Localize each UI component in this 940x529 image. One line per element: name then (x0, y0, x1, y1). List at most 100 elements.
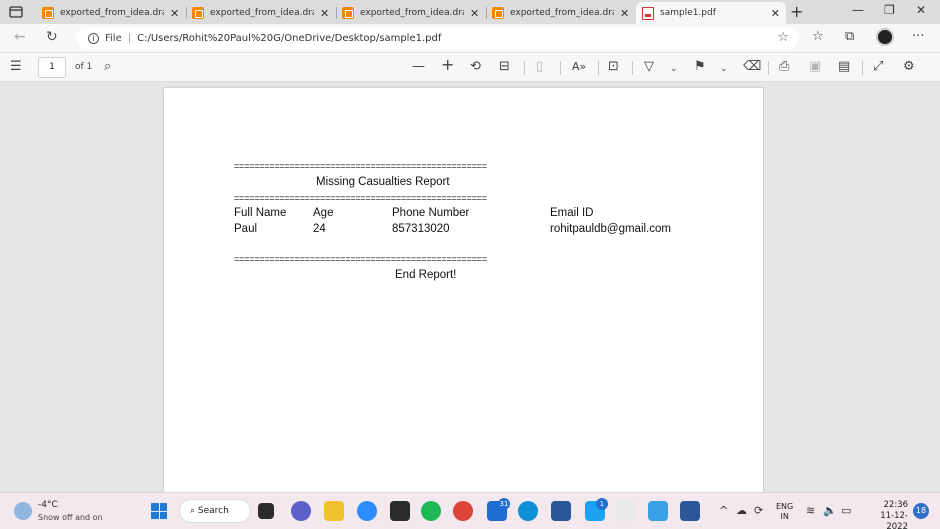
notification-count-badge[interactable]: 18 (913, 503, 929, 519)
zoom-out-icon[interactable]: — (412, 60, 425, 74)
system-clock[interactable]: 22:36 11-12-2022 (862, 500, 908, 529)
language-indicator[interactable]: ENG IN (776, 502, 793, 522)
column-header-age: Age (313, 207, 334, 219)
clock-time: 22:36 (883, 500, 909, 510)
teams-chat-icon[interactable] (291, 501, 311, 521)
profile-avatar[interactable] (876, 28, 894, 46)
chevron-up-icon[interactable]: ^ (719, 504, 728, 517)
rule-header: ========================================… (234, 193, 487, 203)
column-header-email: Email ID (550, 207, 594, 219)
save-icon[interactable]: ▣ (809, 60, 821, 74)
close-icon[interactable]: ✕ (470, 7, 479, 20)
back-arrow-icon[interactable]: ← (14, 29, 26, 45)
task-view-icon[interactable] (258, 503, 274, 519)
window-menu-icon[interactable] (8, 4, 24, 20)
weather-description[interactable]: Snow off and on (38, 513, 103, 522)
info-icon[interactable]: i (88, 32, 99, 44)
lang-primary: ENG (776, 502, 794, 511)
close-icon[interactable]: ✕ (170, 7, 179, 20)
word-icon[interactable] (680, 501, 700, 521)
edge-icon[interactable] (518, 501, 538, 521)
cell-full-name: Paul (234, 223, 258, 235)
taskbar: -4°C Snow off and on ⌕ Search 31 1 ^ ☁ ⟳… (0, 492, 940, 529)
cell-email: rohitpauldb@gmail.com (550, 223, 671, 235)
chrome-icon[interactable] (453, 501, 473, 521)
cell-age: 24 (313, 223, 326, 235)
print-icon[interactable]: ⎙ (779, 60, 789, 74)
fullscreen-icon[interactable]: ⤢ (873, 60, 883, 74)
erase-icon[interactable]: ⌫ (743, 60, 761, 74)
search-icon: ⌕ (190, 506, 198, 516)
report-footer: End Report! (395, 269, 457, 281)
pdf-viewer[interactable]: ========================================… (0, 82, 940, 508)
tab-drawio-4[interactable]: exported_from_idea.drawio ✕ (486, 2, 635, 24)
zoom-in-icon[interactable]: + (441, 57, 454, 73)
address-field[interactable]: i File | C:/Users/Rohit%20Paul%20G/OneDr… (76, 27, 799, 49)
table-of-contents-icon[interactable]: ☰ (10, 60, 22, 74)
tab-title: exported_from_idea.drawio (510, 8, 614, 18)
mail-badge: 31 (498, 498, 510, 510)
text-box-icon[interactable]: ⊡ (608, 60, 619, 74)
tab-title: sample1.pdf (660, 8, 716, 18)
pdf-toolbar: ☰ 1 of 1 ⌕ — + ⟲ ⊟ ▯ A» ⊡ ▽ ⌄ ⚑ ⌄ ⌫ ⎙ ▣ … (0, 52, 940, 82)
onedrive-cloud-icon[interactable]: ☁ (736, 504, 747, 517)
sticky-notes-icon[interactable] (390, 501, 410, 521)
tab-sample1-pdf[interactable]: sample1.pdf ✕ (636, 2, 786, 24)
new-tab-icon[interactable]: + (790, 2, 803, 21)
collections-icon[interactable]: ⧉ (845, 29, 854, 44)
add-favorite-icon[interactable]: ☆ (777, 30, 789, 45)
start-button[interactable] (151, 503, 167, 519)
divider (524, 61, 525, 75)
close-icon[interactable]: ✕ (771, 7, 780, 20)
highlight-icon[interactable]: ⚑ (694, 60, 706, 74)
chevron-down-icon[interactable]: ⌄ (670, 62, 678, 76)
volume-muted-icon[interactable]: 🔈 (823, 504, 837, 517)
settings-gear-icon[interactable]: ⚙ (903, 60, 915, 74)
close-window-icon[interactable]: ✕ (916, 3, 926, 17)
refresh-icon[interactable]: ↻ (46, 29, 58, 45)
favorites-icon[interactable]: ☆ (812, 29, 824, 44)
find-search-icon[interactable]: ⌕ (104, 60, 111, 74)
tab-strip: exported_from_idea.drawio ✕ exported_fro… (0, 0, 940, 24)
tab-drawio-1[interactable]: exported_from_idea.drawio ✕ (36, 2, 185, 24)
draw-icon[interactable]: ▽ (644, 60, 654, 74)
slack-icon[interactable] (616, 501, 636, 521)
read-aloud-icon[interactable]: A» (572, 60, 586, 74)
page-count-label: of 1 (75, 62, 93, 72)
chevron-down-icon[interactable]: ⌄ (720, 62, 728, 76)
battery-icon[interactable]: ▭ (841, 504, 851, 517)
zoom-app-icon[interactable] (357, 501, 377, 521)
close-icon[interactable]: ✕ (620, 7, 629, 20)
divider (560, 61, 561, 75)
wifi-icon[interactable]: ≋ (806, 504, 815, 517)
drawio-icon (492, 7, 504, 19)
pdf-file-icon (642, 6, 654, 20)
taskbar-search[interactable]: ⌕ Search (179, 499, 251, 523)
page-view-icon[interactable]: ▯ (536, 60, 543, 74)
tab-drawio-3[interactable]: exported_from_idea.drawio ✕ (336, 2, 485, 24)
address-bar-row: ← ↻ i File | C:/Users/Rohit%20Paul%20G/O… (0, 24, 940, 52)
notepad-icon[interactable] (648, 501, 668, 521)
divider (862, 61, 863, 75)
page-number-input[interactable]: 1 (38, 57, 66, 78)
sync-icon[interactable]: ⟳ (754, 504, 763, 517)
weather-snow-icon[interactable] (14, 502, 32, 520)
lang-secondary: IN (780, 512, 789, 521)
rule-top: ========================================… (234, 161, 487, 171)
tab-title: exported_from_idea.drawio (60, 8, 164, 18)
minimize-icon[interactable]: — (852, 3, 864, 17)
file-explorer-icon[interactable] (324, 501, 344, 521)
close-icon[interactable]: ✕ (320, 7, 329, 20)
spotify-icon[interactable] (421, 501, 441, 521)
vs-code-icon[interactable] (551, 501, 571, 521)
save-as-icon[interactable]: ▤ (838, 60, 850, 74)
more-options-icon[interactable]: ··· (912, 29, 924, 44)
restore-icon[interactable]: ❐ (884, 3, 895, 17)
weather-temperature[interactable]: -4°C (38, 500, 58, 510)
rotate-icon[interactable]: ⟲ (470, 60, 481, 74)
scheme-label: File (105, 32, 122, 44)
fit-to-page-icon[interactable]: ⊟ (499, 60, 510, 74)
divider (632, 61, 633, 75)
tab-drawio-2[interactable]: exported_from_idea.drawio ✕ (186, 2, 335, 24)
twitter-badge: 1 (596, 498, 608, 510)
